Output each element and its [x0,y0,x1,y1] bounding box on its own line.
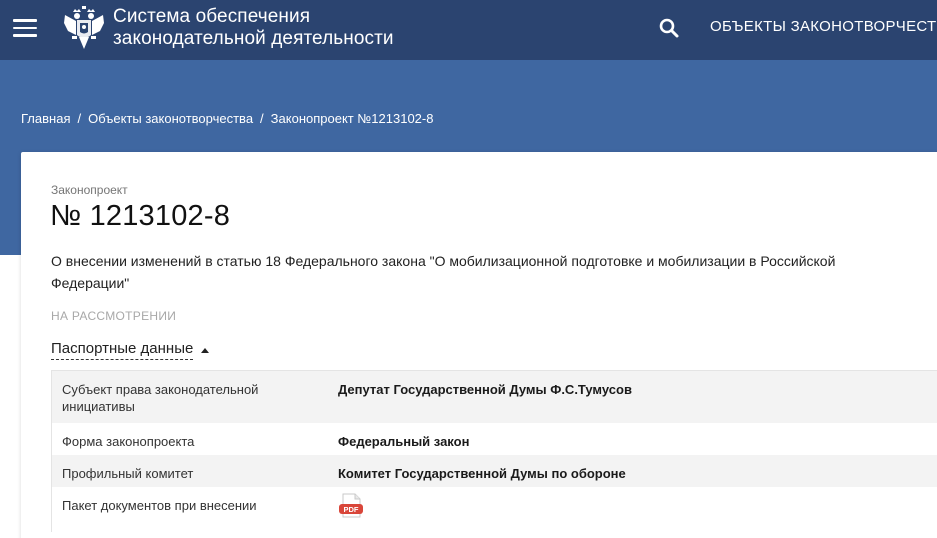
passport-value: Комитет Государственной Думы по обороне [338,466,626,481]
passport-key: Субъект права законодательной инициативы [62,382,259,414]
search-icon[interactable] [657,16,681,40]
passport-row: Форма законопроекта Федеральный закон [52,423,937,455]
bill-status: НА РАССМОТРЕНИИ [51,309,177,323]
passport-row: Субъект права законодательной инициативы… [52,371,937,423]
passport-value: Федеральный закон [338,434,470,449]
hamburger-menu-icon[interactable] [13,19,37,37]
passport-data-toggle[interactable]: Паспортные данные [51,340,210,360]
breadcrumb-home[interactable]: Главная [21,111,70,126]
breadcrumb-legislative-objects[interactable]: Объекты законотворчества [88,111,253,126]
site-title[interactable]: Система обеспечения законодательной деят… [113,6,394,50]
bill-number: № 1213102-8 [50,200,231,232]
breadcrumb-separator: / [260,111,264,126]
passport-value: Депутат Государственной Думы Ф.С.Тумусов [338,382,632,397]
passport-table: Субъект права законодательной инициативы… [51,370,937,532]
passport-row: Профильный комитет Комитет Государственн… [52,455,937,487]
passport-row: Пакет документов при внесении PDF [52,487,937,532]
top-bar: Система обеспечения законодательной деят… [0,0,937,60]
passport-key: Форма законопроекта [62,434,195,449]
breadcrumb: Главная / Объекты законотворчества / Зак… [21,111,433,126]
pdf-document-icon[interactable]: PDF [338,493,364,519]
passport-key: Профильный комитет [62,466,194,481]
pdf-label: PDF [344,505,359,514]
passport-value: PDF [338,487,937,532]
caret-up-icon [201,347,210,353]
coat-of-arms-emblem [64,6,104,49]
breadcrumb-current-bill[interactable]: Законопроект №1213102-8 [271,111,434,126]
passport-key: Пакет документов при внесении [62,498,257,513]
bill-type-label: Законопроект [51,183,128,197]
nav-link-legislative-objects[interactable]: ОБЪЕКТЫ ЗАКОНОТВОРЧЕСТВА [710,18,937,35]
site-title-line1: Система обеспечения [113,6,311,27]
bill-title: О внесении изменений в статью 18 Федерал… [51,253,836,291]
passport-data-toggle-label: Паспортные данные [51,340,194,360]
breadcrumb-separator: / [77,111,82,126]
site-title-line2: законодательной деятельности [113,28,394,49]
